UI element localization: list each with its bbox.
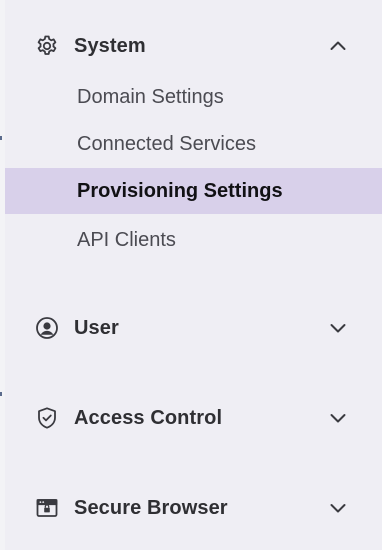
sidebar-item-label: API Clients (77, 228, 176, 251)
chevron-up-icon[interactable] (327, 35, 349, 57)
section-label: Secure Browser (74, 496, 228, 519)
sidebar-item-api-clients[interactable]: API Clients (5, 217, 382, 263)
section-label: User (74, 316, 119, 339)
edge-mark (0, 136, 2, 140)
section-label: System (74, 34, 146, 57)
chevron-down-icon[interactable] (327, 317, 349, 339)
chevron-down-icon[interactable] (327, 407, 349, 429)
browser-window-icon (34, 495, 60, 521)
sidebar-item-label: Connected Services (77, 132, 256, 155)
sidebar-item-provisioning-settings[interactable]: Provisioning Settings (5, 168, 382, 214)
sidebar-item-label: Domain Settings (77, 85, 224, 108)
section-header-secure-browser[interactable]: Secure Browser (5, 486, 382, 530)
sidebar-nav: System Domain Settings Connected Service… (5, 0, 382, 550)
gear-icon (34, 33, 60, 59)
user-circle-icon (34, 315, 60, 341)
section-header-user[interactable]: User (5, 306, 382, 350)
section-header-system[interactable]: System (5, 24, 382, 68)
section-label: Access Control (74, 406, 223, 429)
sidebar-item-domain-settings[interactable]: Domain Settings (5, 74, 382, 120)
edge-mark (0, 392, 2, 396)
sidebar-item-label: Provisioning Settings (77, 179, 283, 202)
chevron-down-icon[interactable] (327, 497, 349, 519)
sidebar-item-connected-services[interactable]: Connected Services (5, 121, 382, 167)
section-header-access-control[interactable]: Access Control (5, 396, 382, 440)
shield-check-icon (34, 405, 60, 431)
